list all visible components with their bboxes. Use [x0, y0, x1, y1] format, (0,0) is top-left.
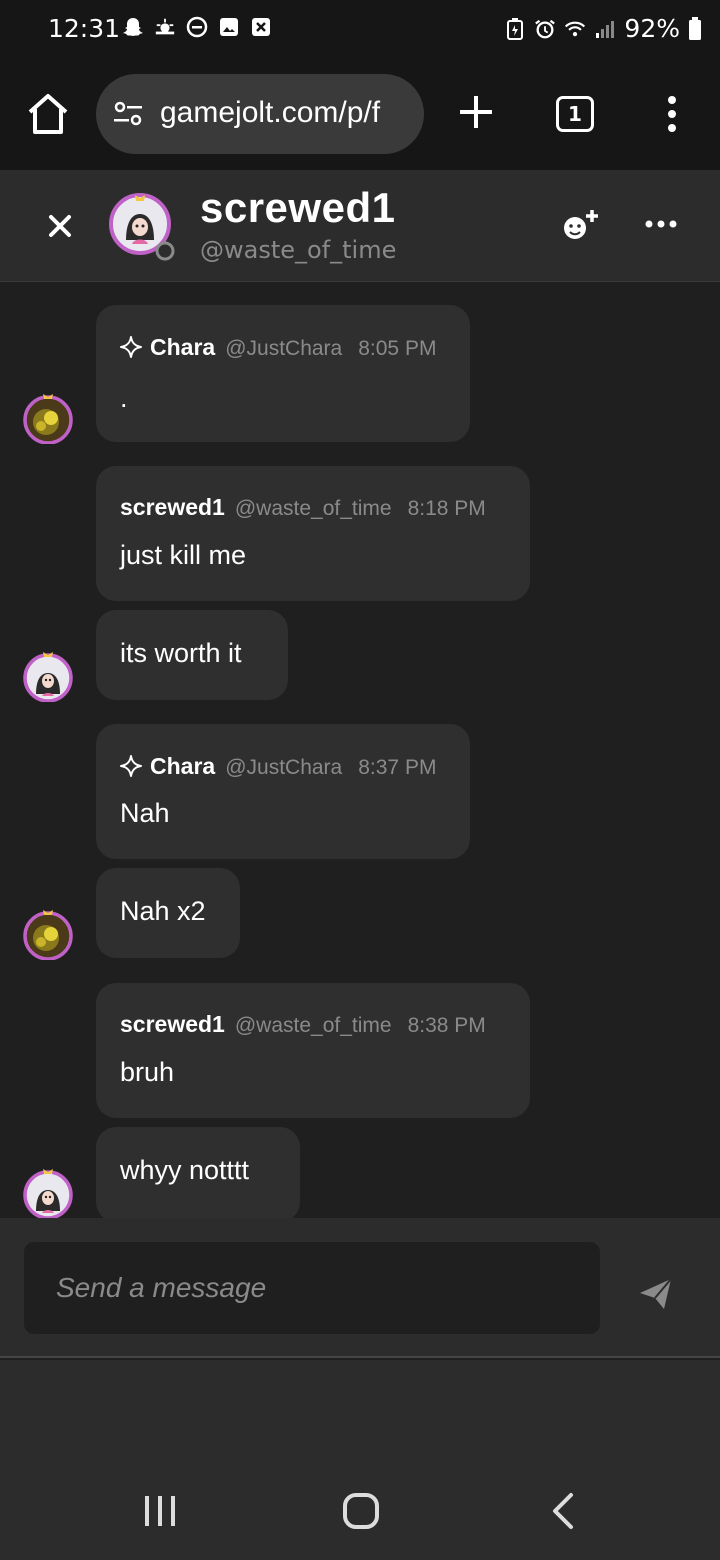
- signal-icon: [594, 18, 616, 40]
- message-list[interactable]: Chara @JustChara 8:05 PM . screwed1 @was…: [0, 283, 720, 1218]
- message-bubble[interactable]: its worth it: [96, 610, 288, 700]
- message-bubble[interactable]: Chara @JustChara 8:05 PM .: [96, 305, 470, 442]
- snapchat-icon: [122, 16, 144, 38]
- message-bubble[interactable]: Chara @JustChara 8:37 PM Nah: [96, 724, 470, 859]
- home-icon[interactable]: [24, 90, 72, 138]
- message-handle[interactable]: @waste_of_time: [235, 1014, 392, 1038]
- message-author[interactable]: Chara: [150, 753, 215, 780]
- message-meta: Chara @JustChara 8:37 PM: [120, 752, 436, 780]
- more-horiz-icon[interactable]: [644, 212, 678, 236]
- chat-title: screwed1: [200, 184, 396, 231]
- message-meta: Chara @JustChara 8:05 PM: [120, 333, 436, 361]
- status-time: 12:31: [48, 14, 121, 43]
- browser-toolbar: gamejolt.com/p/f 1: [0, 60, 720, 170]
- message-handle[interactable]: @JustChara: [225, 756, 342, 780]
- tune-icon[interactable]: [112, 100, 144, 128]
- url-bar[interactable]: gamejolt.com/p/f: [96, 74, 424, 154]
- more-vert-icon[interactable]: [660, 94, 684, 134]
- send-icon[interactable]: [638, 1276, 674, 1312]
- status-bar: 12:31 92%: [0, 0, 720, 60]
- plus-icon[interactable]: [456, 92, 496, 132]
- avatar[interactable]: [22, 392, 74, 445]
- nav-recents-icon[interactable]: [142, 1494, 178, 1528]
- url-text: gamejolt.com/p/f: [160, 96, 381, 129]
- sparkle-icon: [120, 755, 142, 777]
- message-text: bruh: [120, 1057, 175, 1087]
- message-handle[interactable]: @waste_of_time: [235, 497, 392, 521]
- add-friend-icon[interactable]: [560, 208, 600, 244]
- weather-icon: [154, 16, 176, 38]
- message-text: Nah x2: [120, 896, 206, 926]
- alarm-icon: [534, 18, 556, 40]
- message-meta: screwed1 @waste_of_time 8:38 PM: [120, 1011, 486, 1038]
- x-box-icon: [250, 16, 272, 38]
- battery-icon: [688, 16, 702, 40]
- message-time: 8:18 PM: [407, 497, 486, 520]
- message-author[interactable]: Chara: [150, 334, 215, 361]
- message-time: 8:38 PM: [407, 1014, 486, 1037]
- battery-saver-icon: [504, 17, 526, 40]
- message-text: .: [120, 383, 128, 413]
- chat-handle: @waste_of_time: [200, 236, 397, 264]
- sparkle-icon: [120, 336, 142, 358]
- nav-home-icon[interactable]: [342, 1492, 380, 1530]
- message-text: just kill me: [120, 540, 247, 570]
- message-author[interactable]: screwed1: [120, 494, 225, 521]
- message-text: its worth it: [120, 638, 242, 668]
- chat-header: screwed1 @waste_of_time: [0, 170, 720, 282]
- avatar[interactable]: [22, 650, 74, 703]
- system-icons: 92%: [504, 14, 702, 43]
- avatar[interactable]: [108, 192, 175, 261]
- message-bubble[interactable]: screwed1 @waste_of_time 8:38 PM bruh: [96, 983, 530, 1118]
- message-time: 8:05 PM: [358, 337, 437, 360]
- message-bubble[interactable]: Nah x2: [96, 868, 240, 958]
- do-not-disturb-icon: [186, 16, 208, 38]
- message-meta: screwed1 @waste_of_time 8:18 PM: [120, 494, 486, 521]
- close-icon[interactable]: [44, 210, 76, 242]
- notification-icons: [122, 16, 272, 38]
- message-time: 8:37 PM: [358, 756, 437, 779]
- message-text: whyy notttt: [120, 1155, 250, 1185]
- message-input[interactable]: [24, 1242, 600, 1334]
- message-composer: [0, 1218, 720, 1358]
- tab-switcher-icon[interactable]: 1: [556, 96, 594, 132]
- message-bubble[interactable]: screwed1 @waste_of_time 8:18 PM just kil…: [96, 466, 530, 601]
- message-handle[interactable]: @JustChara: [225, 337, 342, 361]
- avatar[interactable]: [22, 908, 74, 961]
- message-text: Nah: [120, 798, 170, 828]
- nav-back-icon[interactable]: [550, 1492, 576, 1530]
- message-author[interactable]: screwed1: [120, 1011, 225, 1038]
- gallery-icon: [218, 16, 240, 38]
- avatar[interactable]: [22, 1167, 74, 1218]
- message-bubble[interactable]: whyy notttt: [96, 1127, 300, 1218]
- battery-percent: 92%: [624, 14, 680, 43]
- wifi-icon: [564, 18, 586, 40]
